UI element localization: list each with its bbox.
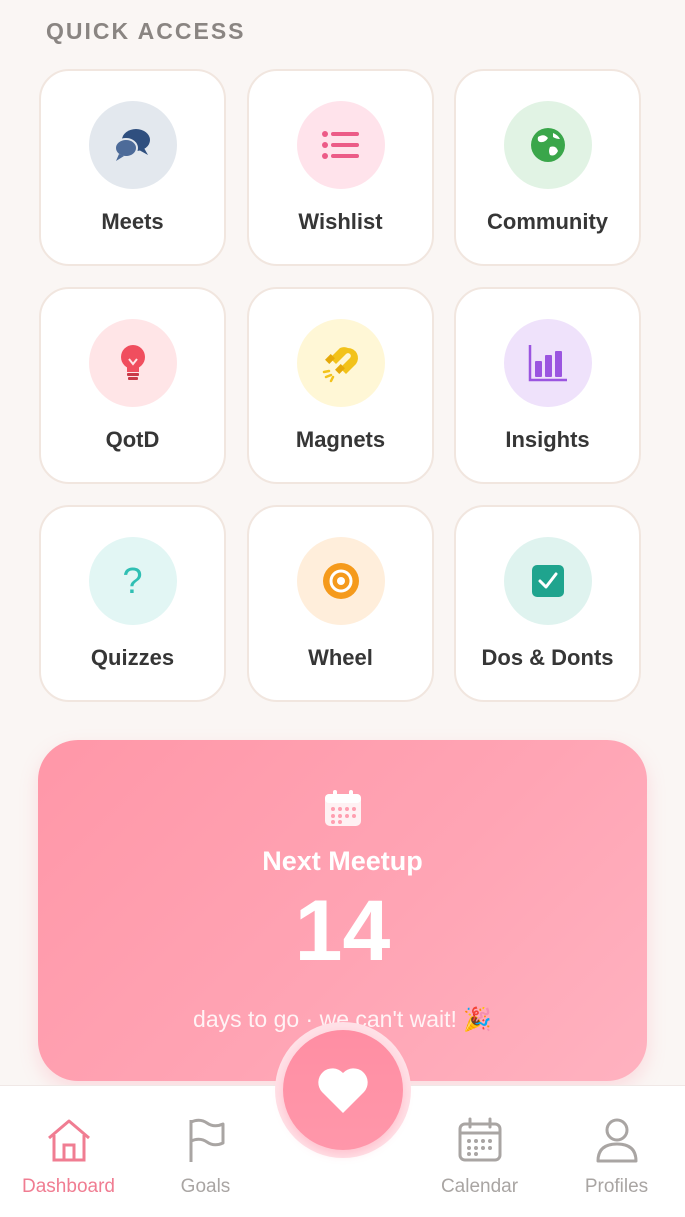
tile-label: Meets (101, 209, 164, 234)
tile-label: Dos & Donts (481, 645, 614, 670)
globe-icon (503, 101, 592, 189)
tile-magnets[interactable]: Magnets (247, 287, 434, 484)
home-icon (45, 1116, 93, 1164)
tile-label: Insights (505, 427, 590, 452)
nav-dashboard[interactable]: Dashboard (0, 1086, 137, 1217)
nav-label: Profiles (584, 1176, 649, 1197)
tile-label: Quizzes (90, 645, 175, 670)
list-icon (296, 101, 385, 189)
heart-fab-button[interactable] (283, 1030, 403, 1150)
tile-dos-donts[interactable]: Dos & Donts (454, 505, 641, 702)
tile-label: QotD (105, 427, 160, 452)
tile-community[interactable]: Community (454, 69, 641, 266)
chat-bubbles-icon (88, 101, 177, 189)
nav-goals[interactable]: Goals (137, 1086, 274, 1217)
person-icon (593, 1116, 641, 1164)
nav-calendar[interactable]: Calendar (411, 1086, 548, 1217)
lightbulb-icon (88, 319, 177, 407)
tile-quizzes[interactable]: ? Quizzes (39, 505, 226, 702)
nav-label: Dashboard (22, 1176, 115, 1197)
tile-insights[interactable]: Insights (454, 287, 641, 484)
tile-wheel[interactable]: Wheel (247, 505, 434, 702)
calendar-icon (456, 1116, 504, 1164)
magnet-icon (296, 319, 385, 407)
heart-icon (318, 1068, 368, 1113)
flag-icon (182, 1116, 230, 1164)
nav-label: Calendar (440, 1176, 519, 1197)
tile-label: Wheel (308, 645, 373, 670)
quick-access-grid: Meets Wishlist Community QotD Magnets In… (39, 69, 641, 702)
bar-chart-icon (503, 319, 592, 407)
wheel-icon (296, 537, 385, 625)
calendar-icon (323, 788, 363, 828)
nav-label: Goals (180, 1176, 231, 1197)
tile-wishlist[interactable]: Wishlist (247, 69, 434, 266)
checkbox-icon (503, 537, 592, 625)
meetup-title: Next Meetup (262, 846, 423, 876)
tile-label: Magnets (295, 427, 386, 452)
tile-meets[interactable]: Meets (39, 69, 226, 266)
tile-label: Community (487, 209, 608, 234)
meetup-days-count: 14 (294, 883, 391, 979)
nav-profiles[interactable]: Profiles (548, 1086, 685, 1217)
question-icon: ? (88, 537, 177, 625)
tile-qotd[interactable]: QotD (39, 287, 226, 484)
tile-label: Wishlist (298, 209, 383, 234)
section-title: QUICK ACCESS (46, 18, 246, 44)
